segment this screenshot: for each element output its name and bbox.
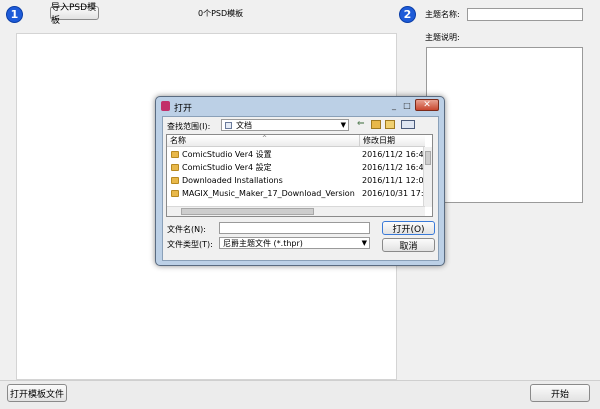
theme-desc-textarea[interactable] [426, 47, 583, 203]
start-button[interactable]: 开始 [530, 384, 590, 402]
step-2-badge: 2 [399, 6, 416, 23]
list-item[interactable]: ComicStudio Ver4 設定 2016/11/2 16:49 [167, 161, 427, 174]
list-item[interactable]: ComicStudio Ver4 设置 2016/11/2 16:48 [167, 148, 427, 161]
filetype-label: 文件类型(T): [167, 240, 213, 249]
folder-icon [171, 177, 179, 184]
filename-input[interactable] [219, 222, 370, 234]
chevron-down-icon: ▼ [361, 239, 367, 247]
document-icon [225, 122, 232, 129]
vertical-scroll-thumb[interactable] [425, 151, 431, 165]
open-template-file-button[interactable]: 打开模板文件 [7, 384, 67, 402]
horizontal-scroll-thumb[interactable] [181, 208, 314, 215]
filetype-select[interactable]: 尼爵主题文件 (*.thpr) ▼ [219, 237, 370, 249]
up-folder-icon[interactable] [371, 120, 381, 129]
cancel-button[interactable]: 取消 [382, 238, 435, 252]
folder-icon [171, 151, 179, 158]
folder-icon [171, 190, 179, 197]
new-folder-icon[interactable] [385, 120, 395, 129]
list-item[interactable]: Downloaded Installations 2016/11/1 12:00 [167, 174, 427, 187]
column-header-date[interactable]: 修改日期 [359, 135, 425, 147]
list-item[interactable]: MAGIX_Music_Maker_17_Download_Version 20… [167, 187, 427, 200]
import-psd-button[interactable]: 导入PSD模板 [50, 3, 99, 26]
look-in-label: 查找范围(I): [167, 122, 211, 131]
view-menu-icon[interactable] [401, 120, 415, 129]
open-button[interactable]: 打开(O) [382, 221, 435, 235]
close-icon[interactable]: ✕ [415, 99, 439, 111]
horizontal-scrollbar[interactable] [167, 206, 425, 216]
folder-icon [171, 164, 179, 171]
sort-arrow-icon: ^ [262, 135, 268, 142]
theme-name-label: 主题名称: [425, 10, 460, 19]
file-list: 名称 修改日期 ^ ComicStudio Ver4 设置 2016/11/2 … [166, 134, 433, 217]
minimize-icon[interactable]: _ [388, 99, 400, 111]
look-in-select[interactable]: 文档 ▼ [221, 119, 349, 131]
chevron-down-icon: ▼ [340, 121, 346, 129]
dialog-body: 查找范围(I): 文档 ▼ ⇐ 名称 修改日期 ^ ComicStudio Ve… [162, 116, 439, 261]
maximize-icon[interactable]: □ [401, 99, 413, 111]
back-icon[interactable]: ⇐ [357, 119, 365, 129]
dialog-title: 打开 [174, 104, 193, 114]
theme-desc-label: 主题说明: [425, 33, 460, 42]
vertical-scrollbar[interactable] [423, 147, 432, 207]
template-count: 0个PSD模板 [198, 9, 244, 18]
app-logo-icon [161, 101, 170, 111]
theme-name-input[interactable] [467, 8, 583, 21]
filename-label: 文件名(N): [167, 225, 206, 234]
open-file-dialog: 打开 _ □ ✕ 查找范围(I): 文档 ▼ ⇐ 名称 修改日期 ^ Comic… [155, 96, 445, 266]
bottom-toolbar [0, 380, 600, 409]
step-1-badge: 1 [6, 6, 23, 23]
